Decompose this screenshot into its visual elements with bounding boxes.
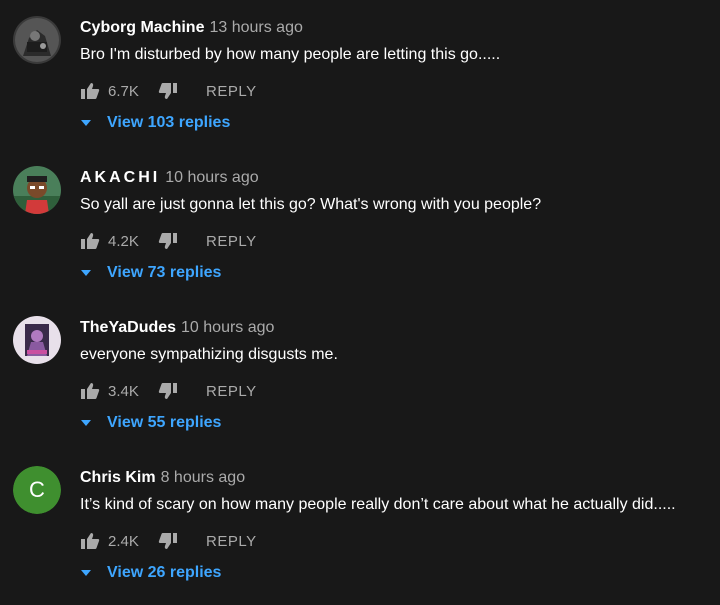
- comment: TheYaDudes 10 hours ago everyone sympathi…: [0, 300, 720, 450]
- comment-text: It’s kind of scary on how many people re…: [80, 496, 676, 513]
- comment-actions: 2.4K REPLY: [80, 530, 257, 552]
- avatar[interactable]: C: [13, 466, 61, 514]
- avatar[interactable]: [13, 166, 61, 214]
- author-name[interactable]: AKACHI: [80, 169, 160, 186]
- comment-text: everyone sympathizing disgusts me.: [80, 346, 338, 363]
- cartoon-character-avatar-icon: [13, 166, 61, 214]
- caret-down-icon: [81, 270, 91, 276]
- author-name[interactable]: Cyborg Machine: [80, 19, 204, 36]
- view-replies-label: View 55 replies: [107, 414, 222, 431]
- avatar[interactable]: [13, 316, 61, 364]
- timestamp[interactable]: 8 hours ago: [161, 469, 246, 486]
- view-replies-label: View 26 replies: [107, 564, 222, 581]
- thumbs-up-icon[interactable]: [80, 231, 100, 251]
- thumbs-up-icon[interactable]: [80, 81, 100, 101]
- caret-down-icon: [81, 420, 91, 426]
- timestamp[interactable]: 10 hours ago: [181, 319, 274, 336]
- timestamp[interactable]: 13 hours ago: [209, 19, 302, 36]
- timestamp[interactable]: 10 hours ago: [165, 169, 258, 186]
- comment-header: AKACHI 10 hours ago: [80, 169, 259, 187]
- comment: AKACHI 10 hours ago So yall are just gonn…: [0, 150, 720, 300]
- comment-header: Chris Kim 8 hours ago: [80, 469, 245, 487]
- comment-header: Cyborg Machine 13 hours ago: [80, 19, 303, 37]
- like-count: 2.4K: [108, 532, 139, 550]
- like-count: 6.7K: [108, 82, 139, 100]
- author-name[interactable]: TheYaDudes: [80, 319, 176, 336]
- like-count: 4.2K: [108, 232, 139, 250]
- view-replies-button[interactable]: View 55 replies: [80, 413, 221, 433]
- view-replies-label: View 103 replies: [107, 114, 231, 131]
- reply-button[interactable]: REPLY: [206, 383, 257, 400]
- letter-avatar: C: [13, 466, 61, 514]
- view-replies-label: View 73 replies: [107, 264, 222, 281]
- thumbs-up-icon[interactable]: [80, 381, 100, 401]
- view-replies-button[interactable]: View 26 replies: [80, 563, 221, 583]
- reply-button[interactable]: REPLY: [206, 233, 257, 250]
- view-replies-button[interactable]: View 73 replies: [80, 263, 221, 283]
- thumbs-down-icon[interactable]: [158, 231, 178, 251]
- thumbs-down-icon[interactable]: [158, 381, 178, 401]
- reply-button[interactable]: REPLY: [206, 83, 257, 100]
- reply-button[interactable]: REPLY: [206, 533, 257, 550]
- poster-avatar-icon: [13, 316, 61, 364]
- comment: C Chris Kim 8 hours ago It’s kind of scar…: [0, 450, 720, 600]
- thumbs-down-icon[interactable]: [158, 81, 178, 101]
- author-name[interactable]: Chris Kim: [80, 469, 156, 486]
- thumbs-up-icon[interactable]: [80, 531, 100, 551]
- comment-actions: 4.2K REPLY: [80, 230, 257, 252]
- comment: Cyborg Machine 13 hours ago Bro I'm distu…: [0, 0, 720, 150]
- thumbs-down-icon[interactable]: [158, 531, 178, 551]
- comment-text: Bro I'm disturbed by how many people are…: [80, 46, 501, 63]
- comment-actions: 6.7K REPLY: [80, 80, 257, 102]
- comment-header: TheYaDudes 10 hours ago: [80, 319, 274, 337]
- comment-actions: 3.4K REPLY: [80, 380, 257, 402]
- like-count: 3.4K: [108, 382, 139, 400]
- robot-avatar-icon: [13, 16, 61, 64]
- caret-down-icon: [81, 120, 91, 126]
- caret-down-icon: [81, 570, 91, 576]
- comment-text: So yall are just gonna let this go? What…: [80, 196, 542, 213]
- view-replies-button[interactable]: View 103 replies: [80, 113, 230, 133]
- avatar[interactable]: [13, 16, 61, 64]
